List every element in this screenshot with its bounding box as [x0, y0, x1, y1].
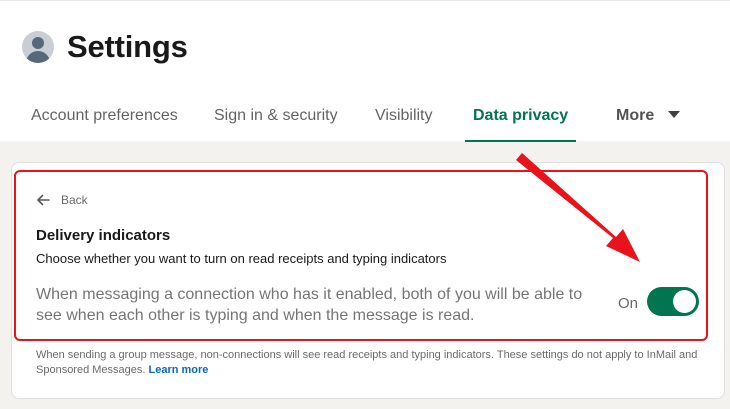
tab-sign-in-security[interactable]: Sign in & security — [214, 97, 338, 142]
tab-more-label: More — [616, 107, 655, 124]
footnote: When sending a group message, non-connec… — [36, 348, 706, 378]
tab-data-privacy-label: Data privacy — [473, 107, 569, 124]
section-subheading: Choose whether you want to turn on read … — [36, 251, 447, 266]
arrow-left-icon — [37, 194, 50, 206]
page-title: Settings — [67, 29, 188, 64]
delivery-indicators-toggle[interactable] — [647, 287, 699, 316]
learn-more-link[interactable]: Learn more — [149, 364, 209, 376]
back-button[interactable]: Back — [36, 193, 88, 207]
back-label: Back — [61, 193, 88, 207]
setting-description: When messaging a connection who has it e… — [36, 286, 583, 324]
tab-account-preferences[interactable]: Account preferences — [31, 97, 178, 142]
tab-data-privacy[interactable]: Data privacy — [465, 97, 577, 142]
toggle-state-label: On — [618, 295, 639, 312]
section-heading: Delivery indicators — [36, 227, 171, 244]
tab-more[interactable]: More — [616, 97, 681, 142]
avatar-head-shape — [32, 37, 44, 49]
avatar[interactable] — [22, 31, 54, 63]
tab-visibility[interactable]: Visibility — [375, 97, 433, 142]
avatar-body-shape — [26, 51, 50, 63]
settings-tabs: Account preferences Sign in & security V… — [0, 97, 730, 142]
footnote-text: When sending a group message, non-connec… — [36, 349, 698, 376]
caret-down-icon — [668, 111, 681, 118]
settings-header: Settings Account preferences Sign in & s… — [0, 0, 730, 142]
toggle-knob — [673, 290, 696, 313]
